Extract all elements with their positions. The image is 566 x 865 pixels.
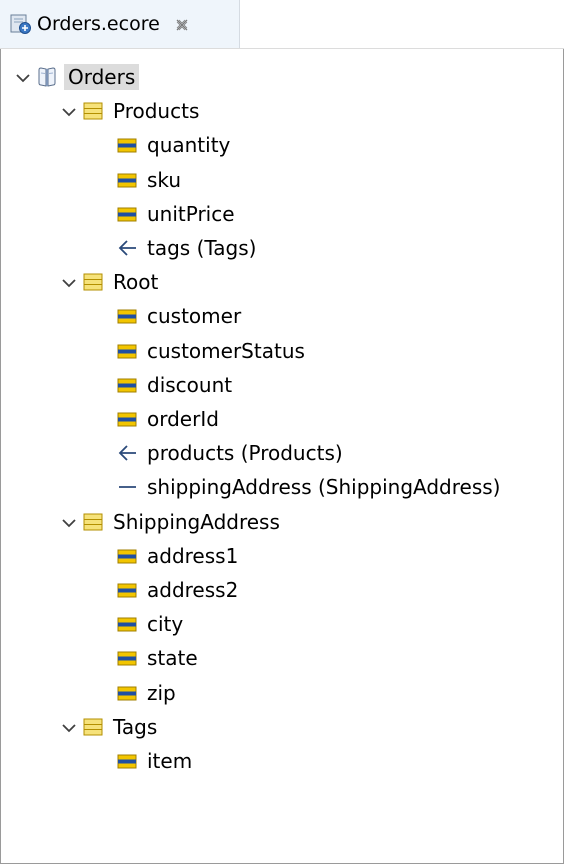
tree-item-label: item [147, 749, 193, 773]
attribute-icon [116, 203, 138, 225]
chevron-down-icon[interactable] [60, 273, 78, 291]
attribute-icon [116, 750, 138, 772]
tree-item-class[interactable]: Root [60, 265, 158, 299]
tree-item-label: products (Products) [147, 441, 343, 466]
tree-item-label: state [147, 646, 198, 671]
attribute-icon [116, 613, 138, 635]
close-icon[interactable] [175, 17, 189, 31]
tree-item-label: shippingAddress (ShippingAddress) [147, 475, 501, 500]
tree-item-feature[interactable]: quantity [116, 128, 230, 162]
tree-item-label: discount [147, 372, 233, 397]
tree-item-label: Products [113, 99, 200, 124]
reference-icon [116, 476, 138, 498]
tree-item-label: Tags [113, 714, 158, 739]
tree-item-label: orderId [147, 407, 219, 431]
tree-item-feature[interactable]: orderId [116, 402, 219, 436]
tree-item-label: unitPrice [147, 201, 235, 226]
tree-item-label: zip [147, 680, 176, 705]
tree-item-feature[interactable]: state [116, 641, 198, 675]
tab-orders-ecore[interactable]: Orders.ecore [0, 0, 240, 48]
chevron-down-icon[interactable] [60, 102, 78, 120]
attribute-icon [116, 134, 138, 156]
reference-many-icon [116, 237, 138, 259]
tree-item-label: address2 [147, 578, 239, 602]
chevron-down-icon[interactable] [14, 68, 32, 86]
tree-item-label: Root [113, 270, 159, 295]
tree-item-feature[interactable]: tags (Tags) [116, 231, 256, 265]
attribute-icon [116, 682, 138, 704]
tree-item-class[interactable]: ShippingAddress [60, 505, 280, 539]
attribute-icon [116, 374, 138, 396]
tree-item-label: ShippingAddress [113, 509, 280, 534]
reference-many-icon [116, 442, 138, 464]
tree-item-label: sku [147, 167, 182, 192]
tree-item-label: customerStatus [147, 338, 305, 363]
tree-item-class[interactable]: Products [60, 94, 199, 128]
tree-item-label: city [147, 612, 184, 637]
attribute-icon [116, 647, 138, 669]
tree-item-feature[interactable]: address2 [116, 573, 238, 607]
tree-item-feature[interactable]: customerStatus [116, 334, 305, 368]
tree-item-feature[interactable]: discount [116, 368, 232, 402]
tree-item-feature[interactable]: unitPrice [116, 197, 235, 231]
tab-title: Orders.ecore [37, 13, 160, 35]
class-icon [82, 511, 104, 533]
attribute-icon [116, 340, 138, 362]
tree-item-package[interactable]: Orders [14, 60, 140, 94]
tree-item-class[interactable]: Tags [60, 710, 157, 744]
attribute-icon [116, 408, 138, 430]
editor-tab-bar: Orders.ecore [0, 0, 564, 49]
class-icon [82, 100, 104, 122]
tree-item-feature[interactable]: item [116, 744, 192, 778]
package-icon [36, 66, 58, 88]
class-icon [82, 271, 104, 293]
attribute-icon [116, 579, 138, 601]
attribute-icon [116, 545, 138, 567]
tree-item-feature[interactable]: zip [116, 676, 176, 710]
tree-item-label: address1 [147, 543, 239, 568]
tree-item-feature[interactable]: address1 [116, 539, 238, 573]
tree-item-feature[interactable]: products (Products) [116, 436, 343, 470]
attribute-icon [116, 305, 138, 327]
tree-item-label: tags (Tags) [147, 236, 257, 260]
class-icon [82, 716, 104, 738]
tree-item-label: Orders [64, 64, 140, 90]
chevron-down-icon[interactable] [60, 513, 78, 531]
tree-item-feature[interactable]: sku [116, 163, 181, 197]
tree-item-feature[interactable]: city [116, 607, 183, 641]
chevron-down-icon[interactable] [60, 718, 78, 736]
attribute-icon [116, 169, 138, 191]
tree-item-label: customer [147, 304, 242, 329]
tree-item-feature[interactable]: shippingAddress (ShippingAddress) [116, 470, 500, 504]
tree-item-feature[interactable]: customer [116, 299, 241, 333]
ecore-model-file-icon [9, 12, 33, 36]
tree-item-label: quantity [147, 133, 231, 158]
